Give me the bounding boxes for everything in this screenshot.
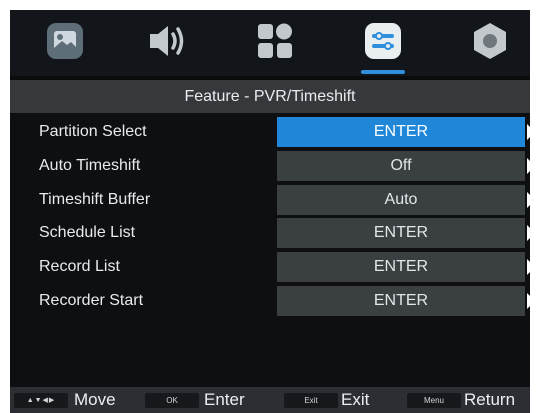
arrow-right-icon [527,158,530,174]
menu-tab-bar [10,10,530,76]
menu-row-partition-select[interactable]: Partition Select ENTER [10,117,530,147]
tab-feature[interactable] [361,19,405,63]
arrow-right-icon [527,259,530,275]
menu-row-label: Timeshift Buffer [39,191,151,208]
exit-key-icon: Exit [284,393,338,408]
sound-icon [150,26,184,56]
channel-icon [258,23,292,58]
menu-row-auto-timeshift[interactable]: Auto Timeshift Off [10,151,530,181]
hint-return-label: Return [464,390,516,409]
page-title: Feature - PVR/Timeshift [10,80,530,113]
tab-setup[interactable] [468,19,512,63]
menu-row-value[interactable]: ENTER [277,218,525,248]
menu-row-value[interactable]: ENTER [277,286,525,316]
picture-icon [47,23,83,59]
menu-row-timeshift-buffer[interactable]: Timeshift Buffer Auto [10,185,530,215]
menu-row-label: Schedule List [39,224,136,241]
menu-row-label: Partition Select [39,123,147,140]
menu-row-value[interactable]: Auto [277,185,525,215]
arrow-right-icon [527,293,530,309]
menu-row-value[interactable]: ENTER [277,117,525,147]
arrow-right-icon [527,124,530,140]
menu-row-label: Record List [39,258,120,275]
menu-row-record-list[interactable]: Record List ENTER [10,252,530,282]
tab-picture[interactable] [43,19,87,63]
hint-enter-label: Enter [204,390,245,409]
menu-row-value[interactable]: ENTER [277,252,525,282]
tab-sound[interactable] [146,19,190,63]
feature-icon [365,23,401,59]
menu-row-recorder-start[interactable]: Recorder Start ENTER [10,286,530,316]
arrow-keys-icon: ▲▼◀▶ [14,393,68,408]
selected-tab-indicator [361,70,405,74]
menu-row-schedule-list[interactable]: Schedule List ENTER [10,218,530,248]
arrow-right-icon [527,225,530,241]
hint-move-label: Move [74,390,116,409]
menu-row-value[interactable]: Off [277,151,525,181]
ok-key-icon: OK [145,393,199,408]
tv-osd-menu: Feature - PVR/Timeshift Partition Select… [10,10,530,413]
arrow-right-icon [527,192,530,208]
menu-row-label: Auto Timeshift [39,157,141,174]
menu-row-label: Recorder Start [39,292,144,309]
menu-key-icon: Menu [407,393,461,408]
setup-icon [474,23,506,59]
tab-channel[interactable] [253,19,297,63]
key-hint-bar: ▲▼◀▶ Move OK Enter Exit Exit Menu Return [10,387,530,413]
hint-exit-label: Exit [341,390,370,409]
